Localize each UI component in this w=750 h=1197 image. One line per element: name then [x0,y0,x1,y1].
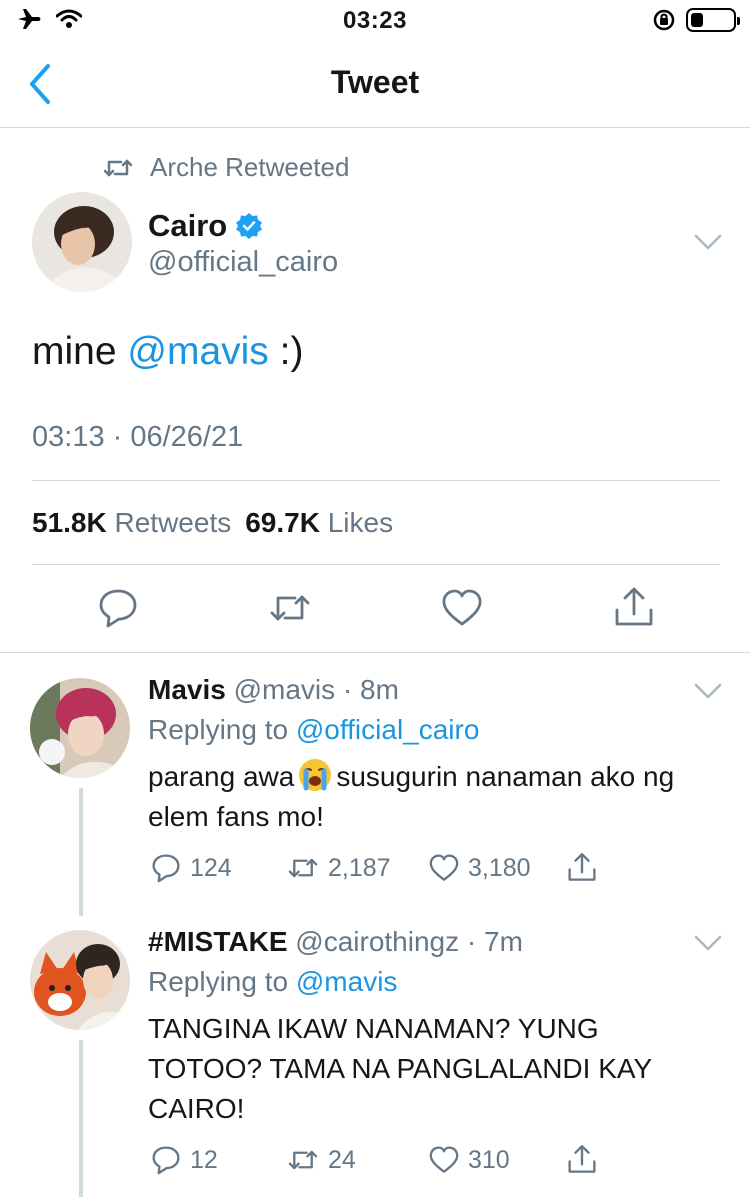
author-name[interactable]: Cairo [148,208,263,244]
nav-bar: Tweet [0,40,750,128]
tweet-timestamp: 03:13 · 06/26/21 [32,421,244,453]
avatar-photo [30,930,130,1030]
tweet-action-bar [0,586,750,630]
reply-author-name: Mavis [148,674,226,705]
verified-icon [236,213,263,239]
reply-icon [99,589,137,628]
replying-to: Replying to @official_cairo [148,714,479,746]
reply-avatar-mavis[interactable] [30,678,130,778]
reply-text: TANGINA IKAW NANAMAN? YUNG TOTOO? TAMA N… [148,1013,652,1124]
retweet-context[interactable]: Arche Retweeted [104,152,349,183]
page-title: Tweet [330,64,420,100]
reply-count: 12 [190,1145,218,1174]
replying-label: Replying to [148,714,289,745]
reply-reply-button[interactable]: 124 [150,852,232,884]
retweet-button[interactable] [268,586,312,630]
heart-icon [429,854,459,881]
author-avatar[interactable] [32,192,132,292]
orientation-lock-icon [653,9,675,31]
likes-stat[interactable]: 69.7K Likes [245,507,393,539]
reply-share-button[interactable] [566,852,598,884]
avatar-photo [32,192,132,292]
replying-to-link[interactable]: @official_cairo [296,714,480,745]
like-count: 3,180 [468,853,531,882]
like-count: 310 [468,1145,510,1174]
battery-icon [686,8,740,32]
status-bar: 03:23 [0,0,750,40]
chevron-down-icon[interactable] [694,934,722,952]
divider [32,480,720,481]
retweet-icon [288,1150,318,1170]
crying-face-emoji-icon [299,759,332,791]
retweet-count: 24 [328,1145,356,1174]
tweet-stats: 51.8K Retweets 69.7K Likes [32,507,393,539]
reply-header[interactable]: #MISTAKE @cairothingz · 7m [148,926,523,958]
reply-share-button[interactable] [566,1144,598,1176]
avatar-photo [30,678,130,778]
divider [32,564,720,565]
reply-retweet-button[interactable]: 2,187 [286,852,391,884]
reply-count: 124 [190,853,232,882]
tweet-text: mine @mavis :) [32,330,303,374]
heart-icon [429,1146,459,1173]
reply-author-handle: @cairothingz · 7m [295,926,523,957]
author-handle[interactable]: @official_cairo [148,246,338,279]
author-name-text: Cairo [148,208,228,243]
thread-line [79,1040,83,1197]
status-time: 03:23 [343,7,407,34]
replying-to-link[interactable]: @mavis [296,966,398,997]
reply-reply-button[interactable]: 12 [150,1144,218,1176]
reply-button[interactable] [96,586,140,630]
reply-action-bar: 12 24 310 [150,1144,710,1180]
reply-retweet-button[interactable]: 24 [286,1144,356,1176]
share-button[interactable] [612,586,656,630]
tweet-mention-link[interactable]: @mavis [127,330,268,373]
retweets-stat[interactable]: 51.8K Retweets [32,507,231,539]
tweet-text-after: :) [268,330,304,373]
like-label: Likes [327,507,394,538]
like-button[interactable] [440,586,484,630]
retweet-icon [270,595,310,621]
like-count: 69.7K [245,507,320,538]
retweet-icon [104,159,132,176]
reply-text-part1: parang awa [148,761,295,792]
share-icon [568,1145,596,1173]
retweet-icon [288,858,318,878]
retweet-label: Retweets [114,507,232,538]
reply-avatar-mistake[interactable] [30,930,130,1030]
replying-label: Replying to [148,966,289,997]
replying-to: Replying to @mavis [148,966,397,998]
retweet-count: 51.8K [32,507,107,538]
reply-like-button[interactable]: 3,180 [428,852,531,884]
chevron-down-icon[interactable] [694,682,722,700]
reply-like-button[interactable]: 310 [428,1144,510,1176]
divider [0,652,750,653]
share-icon [615,587,653,626]
thread-line [79,788,83,916]
chevron-down-icon[interactable] [694,233,722,251]
reply-header[interactable]: Mavis @mavis · 8m [148,674,399,706]
heart-icon [442,589,482,626]
reply-author-handle: @mavis · 8m [233,674,399,705]
reply-icon [152,854,180,883]
retweet-count: 2,187 [328,853,391,882]
reply-author-name: #MISTAKE [148,926,288,957]
reply-text: parang awa susugurin nanaman ako ng elem … [148,757,708,837]
reply-icon [152,1146,180,1175]
retweeted-by-label: Arche Retweeted [150,152,350,182]
reply-action-bar: 124 2,187 3,180 [150,852,710,888]
tweet-text-before: mine [32,330,128,373]
status-right [652,8,740,32]
share-icon [568,853,596,881]
